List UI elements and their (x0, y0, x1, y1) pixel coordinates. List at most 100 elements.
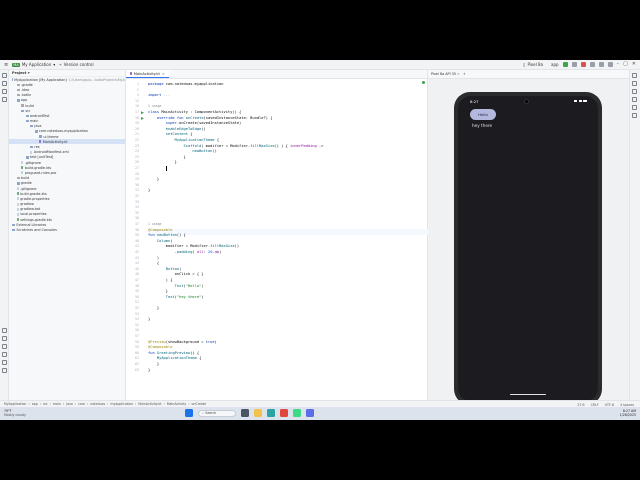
tab-mainactivity[interactable]: MainActivity.kt × (126, 70, 169, 78)
breadcrumb-item[interactable]: MainActivity (167, 402, 187, 406)
tree-item[interactable]: Scratches and Consoles (9, 227, 125, 232)
git-icon[interactable] (2, 368, 7, 373)
line-separator[interactable]: CRLF (591, 403, 599, 407)
breadcrumb-separator: › (74, 402, 77, 406)
file-explorer-icon[interactable] (254, 409, 262, 417)
search-icon[interactable] (598, 61, 604, 67)
vcs-label: Version control (63, 62, 94, 67)
caret-position[interactable]: 27:9 (577, 403, 584, 407)
taskbar-apps: ⌕ Search (185, 409, 314, 417)
code-line[interactable]: import ... (148, 93, 170, 99)
terminal-icon[interactable] (2, 352, 7, 357)
code-line[interactable]: Text("hey there") (148, 295, 204, 301)
hello-button[interactable]: Hello (470, 109, 496, 120)
breadcrumb-item[interactable]: noteduas (90, 402, 105, 406)
tree-item-path: C:\Users\gulp...tudioProjects\MyA (68, 77, 125, 82)
chrome-icon[interactable] (280, 409, 288, 417)
code-line[interactable]: } (148, 368, 150, 374)
project-switcher[interactable]: MA My Application ▾ (12, 62, 55, 67)
system-tray[interactable]: 8:27 AM 1/28/2025 (620, 409, 636, 417)
running-devices-icon[interactable] (632, 97, 637, 102)
tree-item-label: .gitignore (24, 160, 42, 165)
problems-icon[interactable] (2, 360, 7, 365)
store-icon[interactable] (306, 409, 314, 417)
app-inspection-icon[interactable] (2, 344, 7, 349)
sync-icon[interactable] (589, 61, 595, 67)
breadcrumb-separator: › (163, 402, 165, 406)
code-line[interactable] (148, 166, 167, 172)
project-panel-header[interactable]: Project ▾ (9, 70, 125, 77)
more-tools-icon[interactable] (2, 97, 7, 102)
run-config-selector[interactable]: app (551, 62, 559, 67)
gradle-file-icon (21, 166, 24, 170)
phone-screen[interactable]: 8:27 Hello hey there (458, 96, 598, 401)
close-tab-icon[interactable]: × (457, 72, 460, 76)
breadcrumb-item[interactable]: src (43, 402, 48, 406)
code-line[interactable]: } (148, 177, 159, 183)
windows-start-icon[interactable] (185, 409, 193, 417)
tree-item-label: main (29, 119, 39, 124)
weather-widget[interactable]: 79°F Mostly cloudy (4, 409, 26, 417)
code-line[interactable]: } (148, 317, 150, 323)
breadcrumb-item[interactable]: java (66, 402, 73, 406)
breadcrumb-item[interactable]: main (53, 402, 61, 406)
close-tab-icon[interactable]: × (162, 72, 165, 76)
close-icon[interactable]: ✕ (632, 61, 636, 67)
build-tool-icon[interactable] (2, 328, 7, 333)
folder-icon (25, 119, 29, 123)
logcat-icon[interactable] (2, 336, 7, 341)
breadcrumb-item[interactable]: MainActivity.kt (138, 402, 161, 406)
main-menu-button[interactable]: ≡ (4, 62, 8, 68)
gear-icon[interactable] (607, 61, 613, 67)
stop-icon[interactable] (580, 61, 586, 67)
code-area[interactable]: package com.noteduas.myapplication import… (148, 79, 428, 410)
folder-icon (25, 156, 29, 159)
commit-tool-icon[interactable] (2, 81, 7, 86)
breadcrumb-item[interactable]: onCreate (192, 402, 207, 406)
file-icon (30, 150, 33, 154)
inspection-ok-icon[interactable] (422, 81, 425, 84)
breadcrumb-item[interactable]: com (78, 402, 85, 406)
gemini-icon[interactable] (632, 105, 637, 110)
android-studio-icon[interactable] (293, 409, 301, 417)
taskbar-search[interactable]: ⌕ Search (198, 409, 236, 417)
phone-time: 8:27 (470, 98, 479, 104)
home-indicator[interactable] (510, 393, 546, 395)
tree-item-label: gradlew.bat (20, 207, 41, 212)
tree-item-label: src (25, 108, 31, 113)
minimize-icon[interactable]: – (617, 61, 620, 67)
gradle-icon[interactable] (632, 81, 637, 86)
tree-item-label: test [unitTest] (29, 155, 54, 160)
device-selector[interactable]: ▯ Pixel 8a (523, 62, 543, 67)
vcs-widget[interactable]: ⑂ Version control (59, 62, 93, 67)
add-device-icon[interactable]: + (463, 72, 466, 76)
code-line[interactable]: } (148, 306, 159, 312)
breadcrumb-item[interactable]: myapplication (110, 402, 133, 406)
maximize-icon[interactable]: ▢ (623, 61, 628, 67)
tab-device[interactable]: Pixel 8a API 35 × (431, 72, 460, 76)
breadcrumb-item[interactable]: MyApplication (4, 402, 26, 406)
breadcrumb-item[interactable]: app (32, 402, 38, 406)
left-tool-stripe (0, 70, 9, 410)
folder-icon (21, 109, 24, 112)
tree-item-label: Scratches and Consoles (16, 228, 57, 233)
code-line[interactable]: package com.noteduas.myapplication (148, 82, 224, 88)
run-icon[interactable] (562, 61, 568, 67)
device-manager-icon[interactable] (632, 89, 637, 94)
indent-setting[interactable]: 4 spaces (620, 403, 634, 407)
notifications-icon[interactable] (632, 73, 637, 78)
file-icon (16, 187, 19, 191)
device-explorer-icon[interactable] (632, 113, 637, 118)
project-tool-icon[interactable] (2, 73, 7, 78)
run-gutter-icon[interactable] (141, 116, 144, 120)
run-gutter-icon[interactable] (141, 111, 144, 115)
title-bar: ≡ MA My Application ▾ ⑂ Version control … (0, 60, 640, 70)
debug-icon[interactable] (571, 61, 577, 67)
status-right: 27:9 CRLF UTF-8 4 spaces (577, 403, 634, 407)
edge-browser-icon[interactable] (267, 409, 275, 417)
code-line[interactable]: } (148, 188, 150, 194)
file-encoding[interactable]: UTF-8 (605, 403, 614, 407)
resource-manager-icon[interactable] (2, 89, 7, 94)
weather-label: Mostly cloudy (4, 413, 26, 417)
task-view-icon[interactable] (241, 409, 249, 417)
